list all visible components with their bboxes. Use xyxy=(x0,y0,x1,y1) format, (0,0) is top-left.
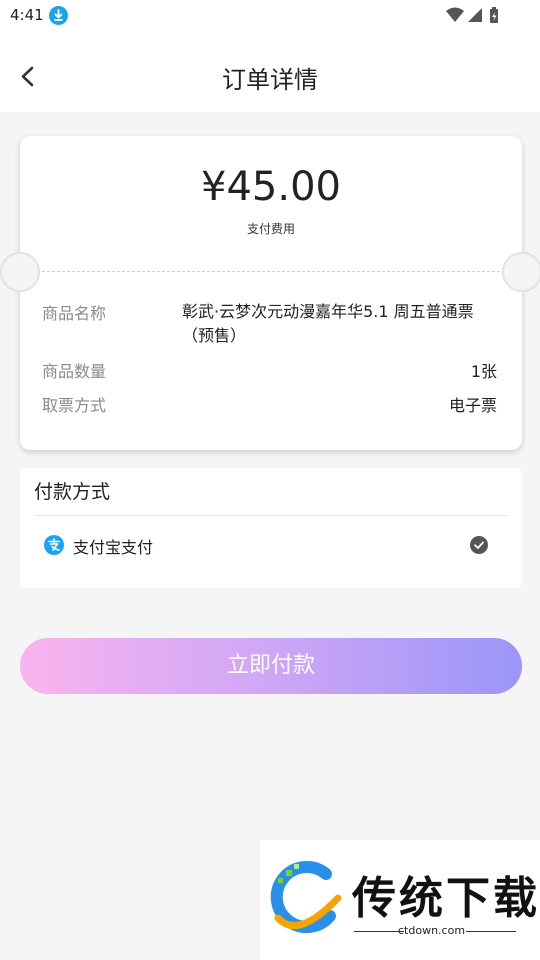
price-amount: ¥45.00 xyxy=(201,164,341,210)
top-bar: 4:41 订单详情 xyxy=(0,0,540,112)
order-summary-card: ¥45.00 支付费用 商品名称 彰武·云梦次元动漫嘉年华5.1 周五普通票（预… xyxy=(0,136,540,450)
product-quantity-value: 1张 xyxy=(470,362,497,381)
download-icon xyxy=(49,6,68,25)
ctdown-logo-icon xyxy=(270,861,342,934)
payment-method-title: 付款方式 xyxy=(34,481,111,503)
watermark-line-left xyxy=(354,931,404,932)
alipay-option[interactable]: 支付宝支付 xyxy=(34,528,508,562)
page-title: 订单详情 xyxy=(222,66,318,94)
watermark-url: ctdown.com xyxy=(398,924,466,937)
battery-icon xyxy=(490,7,498,23)
pickup-method-label: 取票方式 xyxy=(42,396,107,415)
wifi-icon xyxy=(446,7,464,22)
payment-divider xyxy=(34,515,508,516)
ticket-notch-right xyxy=(502,252,540,292)
product-quantity-label: 商品数量 xyxy=(42,362,107,381)
status-icons xyxy=(446,6,506,24)
alipay-icon xyxy=(44,535,64,555)
product-name-label: 商品名称 xyxy=(42,304,107,323)
cell-signal-icon xyxy=(468,8,482,22)
dashed-divider xyxy=(42,271,500,272)
watermark-name: 传统下载 xyxy=(352,873,540,924)
price-label: 支付费用 xyxy=(246,222,295,236)
watermark: 传统下载 ctdown.com xyxy=(260,840,540,960)
alipay-option-label: 支付宝支付 xyxy=(73,538,154,557)
status-time: 4:41 xyxy=(10,6,44,24)
product-name-value: 彰武·云梦次元动漫嘉年华5.1 周五普通票（预售） xyxy=(182,302,474,345)
pay-now-button[interactable]: 立即付款 xyxy=(20,638,522,694)
payment-method-card: 付款方式 支付宝支付 xyxy=(20,468,522,588)
pickup-method-value: 电子票 xyxy=(448,396,497,415)
check-circle-icon[interactable] xyxy=(470,536,488,554)
watermark-line-right xyxy=(466,931,516,932)
ticket-notch-left xyxy=(0,252,40,292)
